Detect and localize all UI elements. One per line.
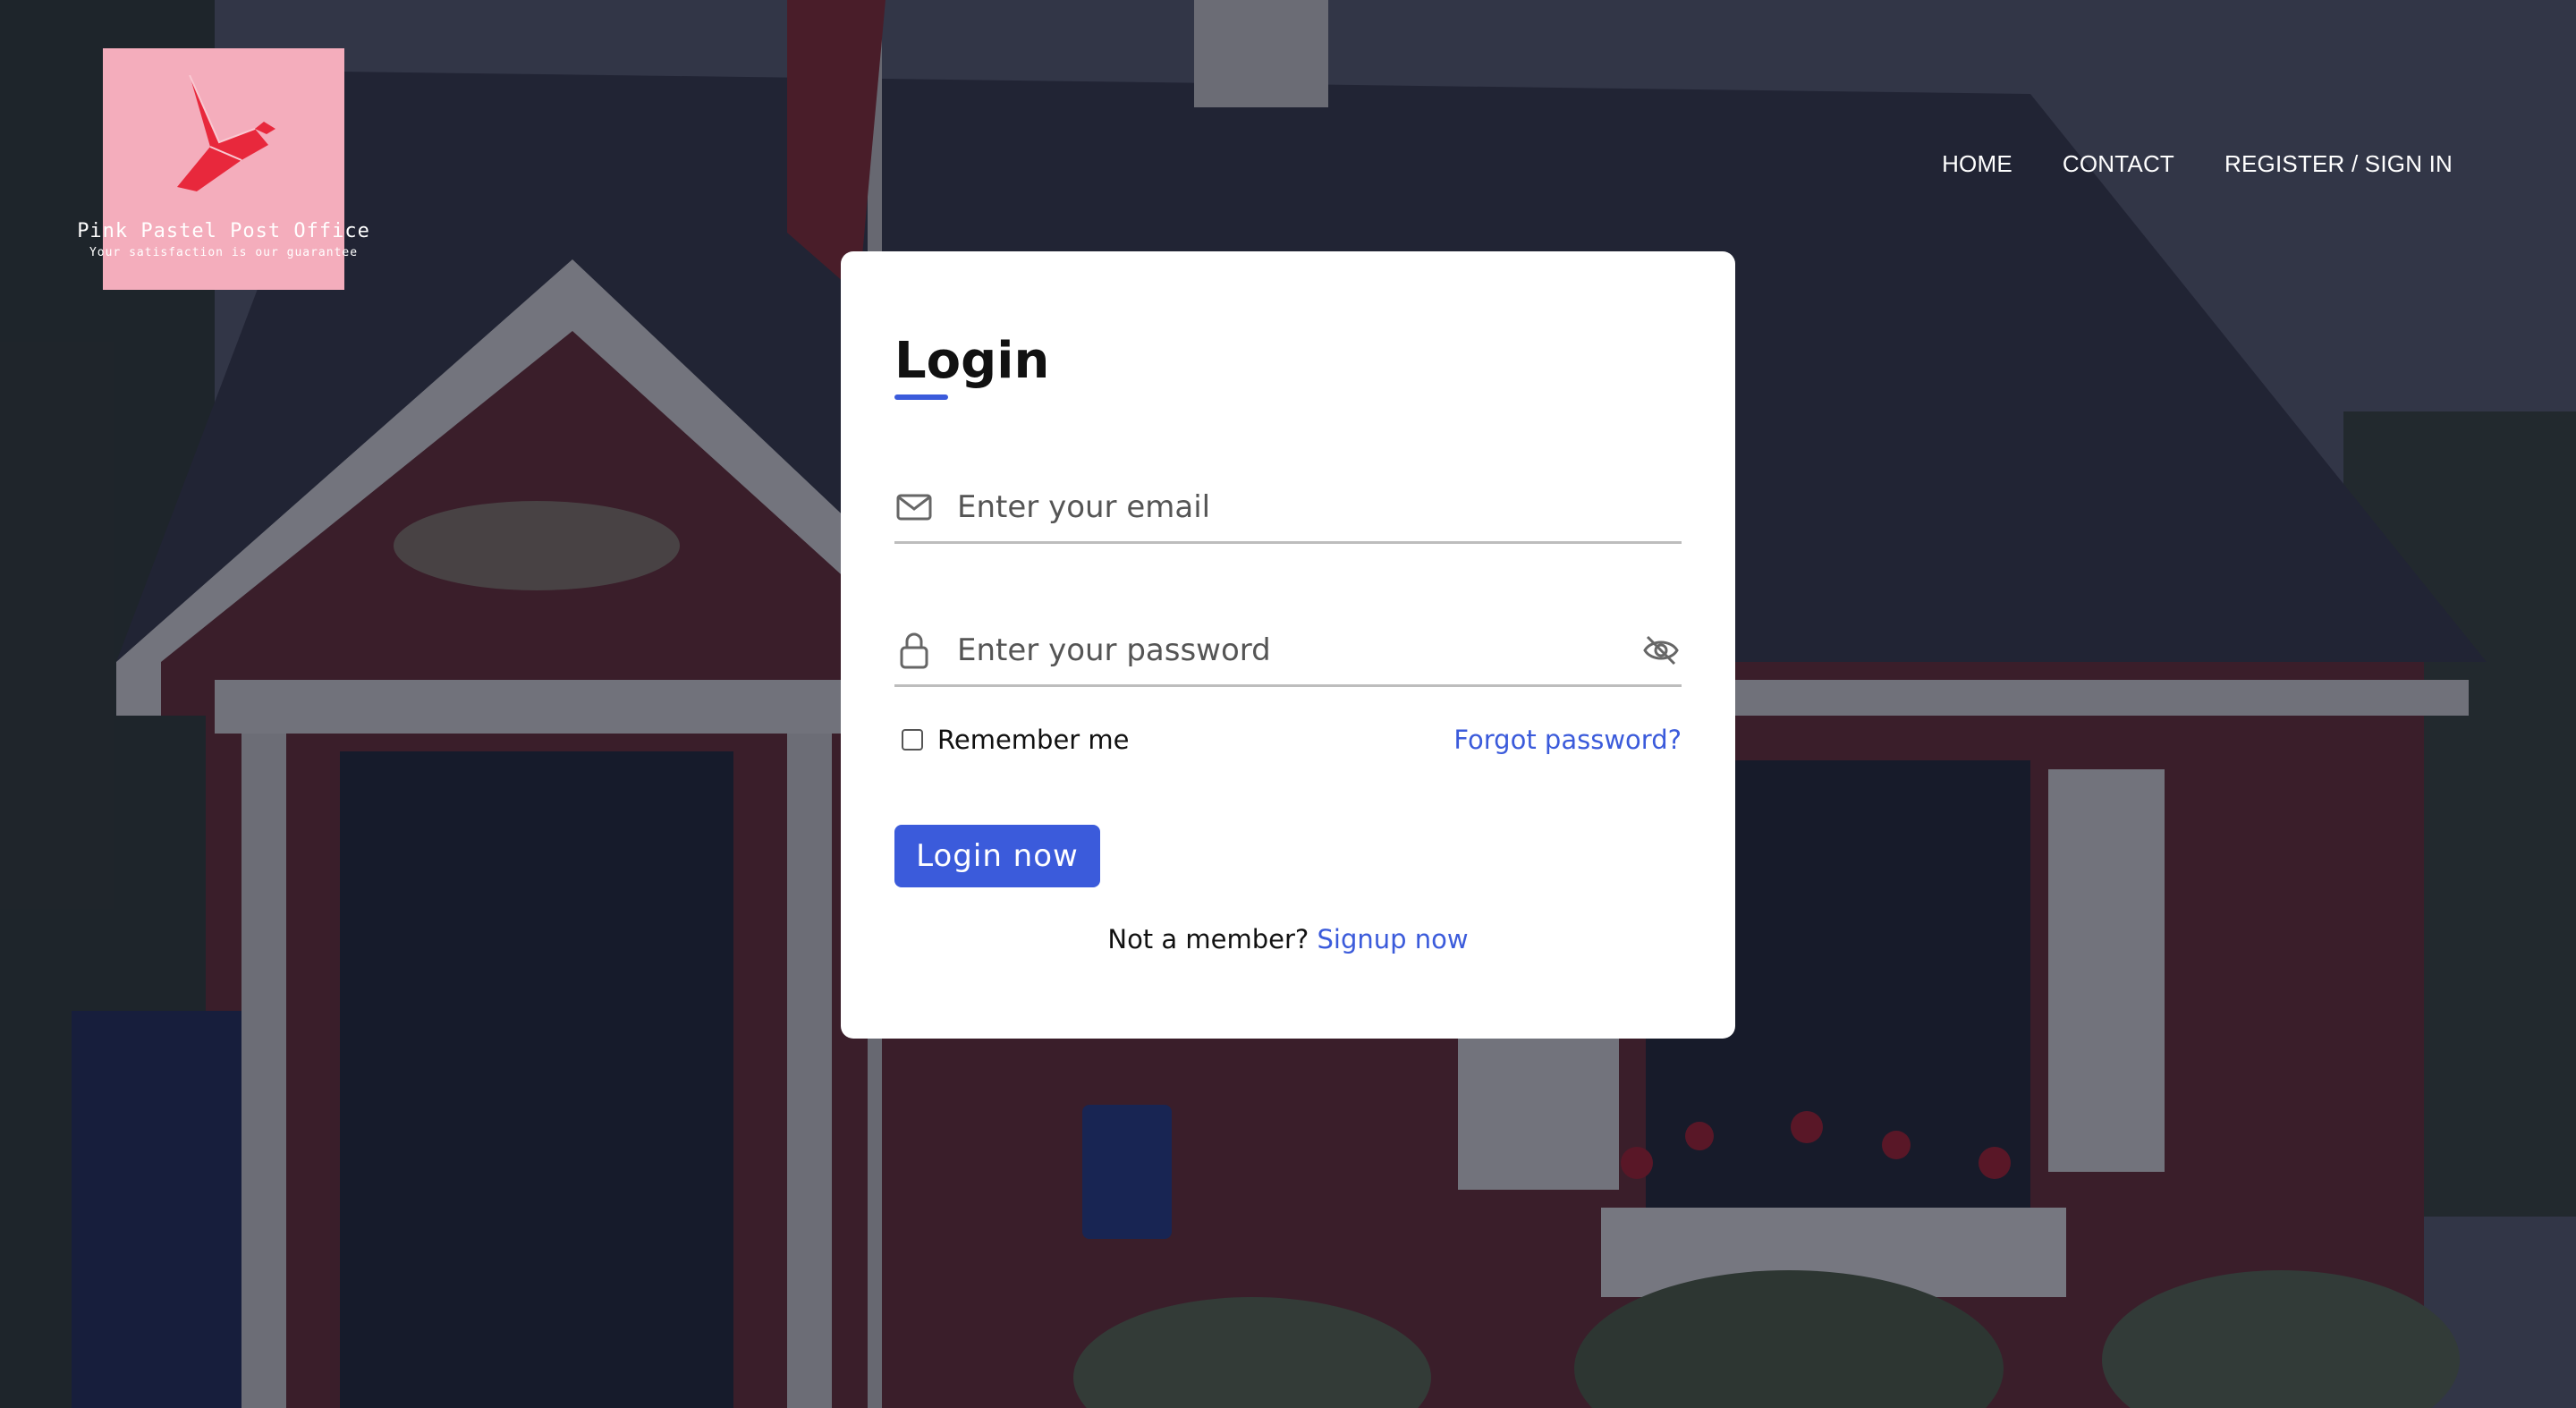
password-field bbox=[894, 615, 1682, 687]
email-input[interactable] bbox=[957, 475, 1682, 539]
lock-icon bbox=[894, 631, 934, 670]
login-card: Login Enter your email Remember me Forgo… bbox=[841, 251, 1735, 1039]
remember-me-checkbox[interactable] bbox=[902, 729, 923, 751]
login-options: Remember me Forgot password? bbox=[894, 720, 1682, 759]
login-page: Pink Pastel Post Office Your satisfactio… bbox=[0, 0, 2576, 1408]
login-button[interactable]: Login now bbox=[894, 825, 1100, 887]
signup-prompt-text: Not a member? bbox=[1107, 924, 1318, 954]
nav-register-signin-link[interactable]: REGISTER / SIGN IN bbox=[2224, 150, 2453, 178]
signup-prompt: Not a member? Signup now bbox=[841, 924, 1735, 954]
email-field bbox=[894, 472, 1682, 544]
nav-home-link[interactable]: HOME bbox=[1942, 150, 2012, 178]
origami-bird-icon bbox=[177, 75, 275, 191]
nav-contact-link[interactable]: CONTACT bbox=[2063, 150, 2174, 178]
logo-tagline: Your satisfaction is our guarantee bbox=[89, 246, 359, 259]
eye-slash-icon[interactable] bbox=[1640, 630, 1682, 671]
forgot-password-link[interactable]: Forgot password? bbox=[1453, 725, 1682, 755]
password-input[interactable] bbox=[957, 618, 1640, 682]
signup-link[interactable]: Signup now bbox=[1318, 924, 1469, 954]
main-nav: HOME CONTACT REGISTER / SIGN IN bbox=[1942, 150, 2453, 178]
logo-title: Pink Pastel Post Office bbox=[77, 220, 370, 242]
title-underline bbox=[894, 394, 948, 400]
envelope-icon bbox=[894, 488, 934, 527]
login-title: Login bbox=[894, 332, 1050, 390]
remember-me[interactable]: Remember me bbox=[894, 725, 1130, 755]
site-logo[interactable]: Pink Pastel Post Office Your satisfactio… bbox=[77, 48, 369, 290]
remember-me-label: Remember me bbox=[937, 725, 1130, 755]
